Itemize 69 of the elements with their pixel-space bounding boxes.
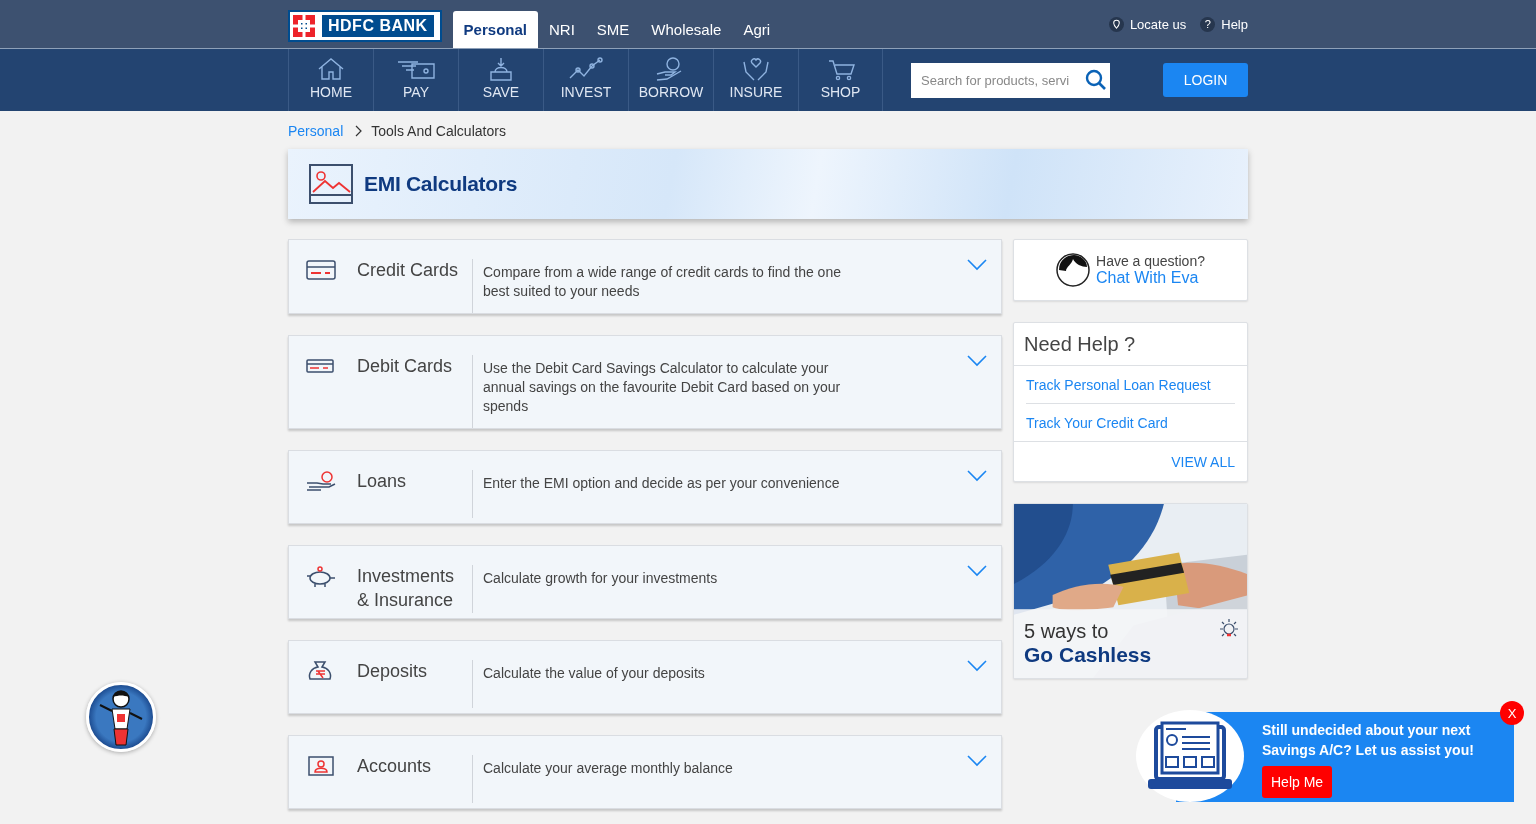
calculator-card[interactable]: Debit Cards Use the Debit Card Savings Calculator to calculate your annual savings on the favourite Debit Card based on your spends <box>288 335 1002 429</box>
header-link[interactable]: Locate us <box>1108 16 1187 32</box>
assistant-button[interactable] <box>86 682 156 752</box>
card-description: Use the Debit Card Savings Calculator to calculate your annual savings on the favourite Debit Card based on your spends <box>472 355 863 428</box>
nav-item[interactable]: INVEST <box>543 49 628 111</box>
card-title: Debit Cards <box>356 355 454 378</box>
nav-item[interactable]: BORROW <box>628 49 713 111</box>
page-title: EMI Calculators <box>364 172 518 196</box>
laptop-icon <box>1148 721 1232 791</box>
chat-link[interactable]: Chat With Eva <box>1096 269 1205 287</box>
segment-tab[interactable]: Agri <box>732 11 782 48</box>
chevron-down-icon[interactable] <box>967 565 987 577</box>
tracking-link[interactable]: Track Personal Loan Request <box>1026 366 1235 403</box>
chat-card[interactable]: Have a question? Chat With Eva <box>1013 239 1248 301</box>
promo-subtitle: 5 ways to <box>1024 620 1110 643</box>
login-button[interactable]: LOGIN <box>1163 63 1248 97</box>
chevron-down-icon[interactable] <box>967 355 987 367</box>
card-title: Credit Cards <box>356 259 460 282</box>
chevron-down-icon[interactable] <box>967 755 987 767</box>
calculator-card[interactable]: Loans Enter the EMI option and decide as per your convenience <box>288 450 1002 524</box>
image-icon <box>309 164 353 204</box>
segment-tab[interactable]: Wholesale <box>640 11 733 48</box>
help-me-button[interactable]: Help Me <box>1262 766 1333 798</box>
close-button[interactable]: X <box>1500 701 1524 725</box>
card-description: Enter the EMI option and decide as per your convenience <box>472 470 863 518</box>
account-card-icon <box>305 754 337 778</box>
piggy-bank-icon <box>305 564 337 588</box>
help-icon: ? <box>1200 16 1216 32</box>
card-description: Compare from a wide range of credit cards to find the one best suited to your needs <box>472 259 863 313</box>
segment-tab[interactable]: NRI <box>538 11 586 48</box>
bank-logo[interactable]: HDFC BANK <box>288 10 442 42</box>
chevron-right-icon <box>355 125 364 137</box>
chevron-down-icon[interactable] <box>967 470 987 482</box>
calculator-card[interactable]: Deposits Calculate the value of your deposits <box>288 640 1002 714</box>
card-description: Calculate the value of your deposits <box>472 660 863 708</box>
header-link[interactable]: ? Help <box>1200 16 1248 32</box>
nav-item[interactable]: INSURE <box>713 49 798 111</box>
card-title: Accounts <box>356 755 433 778</box>
nav-item[interactable]: SHOP <box>798 49 883 111</box>
promo-title: Go Cashless <box>1024 643 1152 667</box>
card-title: Investments & Insurance <box>356 565 456 612</box>
nav-item[interactable]: SAVE <box>458 49 543 111</box>
view-all-link[interactable]: VIEW ALL <box>1171 454 1235 470</box>
location-pin-icon <box>1108 16 1124 32</box>
card-title: Deposits <box>356 660 429 683</box>
nav-item[interactable]: HOME <box>288 49 373 111</box>
popup-message: Still undecided about your next Savings A/C? Let us assist you! <box>1262 721 1475 760</box>
avatar-icon <box>1056 253 1090 287</box>
calculator-card[interactable]: Accounts Calculate your average monthly balance <box>288 735 1002 809</box>
card-description: Calculate growth for your investments <box>472 565 863 613</box>
segment-tab[interactable]: SME <box>585 11 641 48</box>
search-icon[interactable] <box>1085 68 1107 91</box>
card-description: Calculate your average monthly balance <box>472 755 863 803</box>
calculator-card[interactable]: Investments & Insurance Calculate growth for your investments <box>288 545 1002 619</box>
segment-tab[interactable]: Personal <box>452 11 538 48</box>
logo-mark-icon <box>292 14 316 38</box>
calculator-card[interactable]: Credit Cards Compare from a wide range of credit cards to find the one best suited to your needs <box>288 239 1002 314</box>
tracking-link[interactable]: Track Your Credit Card <box>1026 403 1235 441</box>
chat-question: Have a question? <box>1096 253 1205 269</box>
chevron-down-icon[interactable] <box>967 660 987 672</box>
promo-card[interactable]: 5 ways to Go Cashless <box>1013 503 1248 679</box>
hand-coin-icon <box>305 469 337 493</box>
credit-card-icon <box>305 258 337 282</box>
chevron-down-icon[interactable] <box>967 259 987 271</box>
current-page-label: Tools And Calculators <box>371 123 506 139</box>
help-title: Need Help ? <box>1014 323 1247 366</box>
nav-item[interactable]: PAY <box>373 49 458 111</box>
card-title: Loans <box>356 470 408 493</box>
search-field[interactable]: Search for products, servi <box>911 62 1110 98</box>
